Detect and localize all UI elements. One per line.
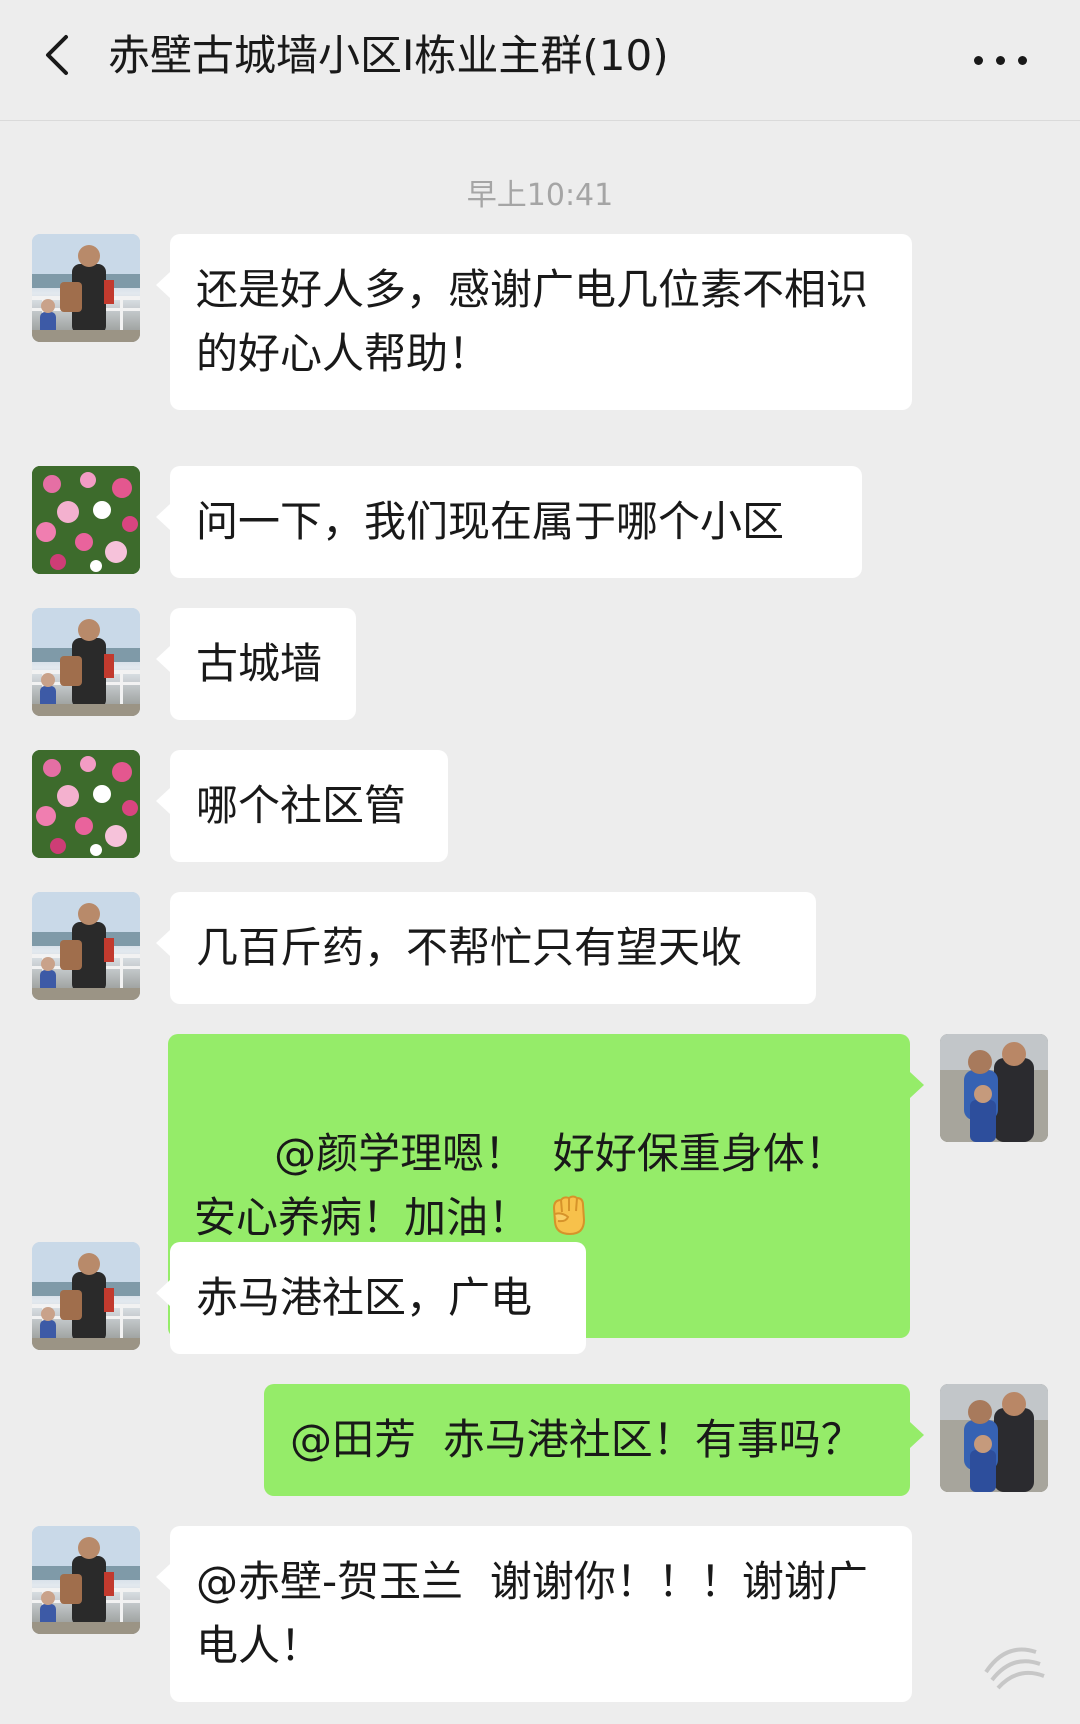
message-bubble[interactable]: 几百斤药，不帮忙只有望天收 — [156, 892, 816, 1004]
man-railing-avatar[interactable] — [32, 234, 140, 342]
message-bubble[interactable]: 赤马港社区，广电 — [156, 1242, 586, 1354]
more-dots-icon — [974, 56, 983, 65]
message-bubble[interactable]: 哪个社区管 — [156, 750, 448, 862]
man-railing-avatar[interactable] — [32, 1526, 140, 1634]
man-railing-avatar[interactable] — [32, 1242, 140, 1350]
chat-header: 赤壁古城墙小区Ⅰ栋业主群(10) — [0, 0, 1080, 121]
more-options-button[interactable] — [966, 34, 1036, 84]
man-railing-avatar[interactable] — [32, 608, 140, 716]
message-bubble[interactable]: @田芳 赤马港社区！有事吗？ — [264, 1384, 924, 1496]
message-bubble[interactable]: 问一下，我们现在属于哪个小区 — [156, 466, 862, 578]
message-text: @颜学理嗯！ 好好保重身体！安心养病！加油！ — [194, 1129, 847, 1242]
couple-avatar[interactable] — [940, 1384, 1048, 1492]
message-bubble[interactable]: @赤壁-贺玉兰 谢谢你！！！谢谢广电人！ — [156, 1526, 912, 1702]
fist-emoji-icon — [553, 1195, 586, 1236]
watermark-logo-icon — [984, 1647, 1045, 1690]
man-railing-avatar[interactable] — [32, 892, 140, 1000]
flower-avatar[interactable] — [32, 750, 140, 858]
chat-title: 赤壁古城墙小区Ⅰ栋业主群(10) — [108, 31, 669, 80]
couple-avatar[interactable] — [940, 1034, 1048, 1142]
message-bubble[interactable]: 古城墙 — [156, 608, 356, 720]
message-bubble[interactable]: 还是好人多，感谢广电几位素不相识的好心人帮助！ — [156, 234, 912, 410]
flower-avatar[interactable] — [32, 466, 140, 574]
back-button[interactable] — [30, 25, 90, 85]
chevron-left-icon — [46, 35, 68, 75]
chat-screen: 赤壁古城墙小区Ⅰ栋业主群(10) 早上10:41 还是好人多，感谢广电几位素不相… — [0, 0, 1080, 1724]
message-timestamp: 早上10:41 — [466, 178, 614, 213]
